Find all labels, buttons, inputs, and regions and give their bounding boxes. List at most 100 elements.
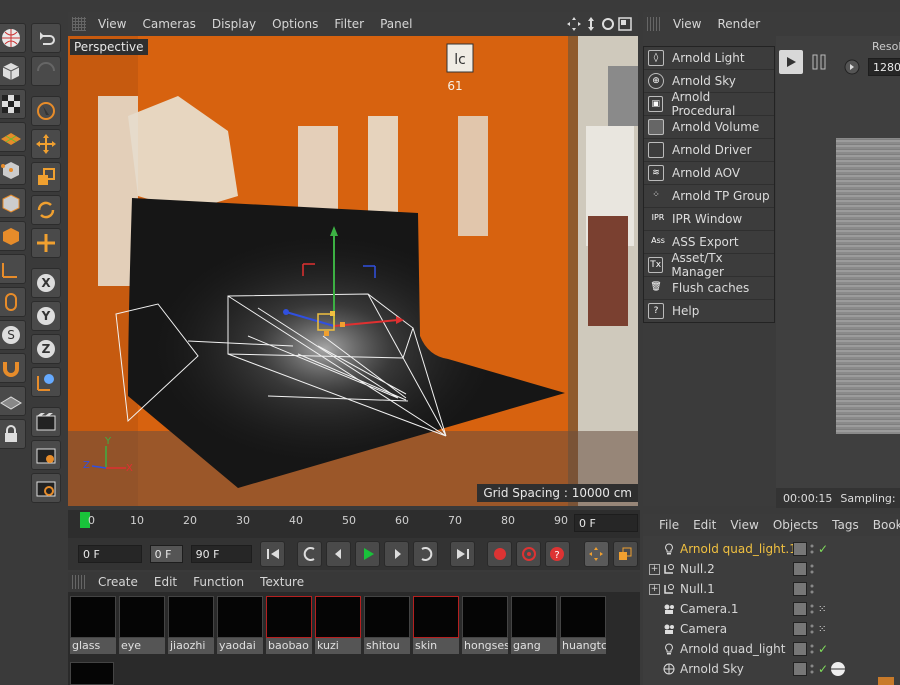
timeline-ruler[interactable]: 0 10 20 30 40 50 60 70 80 90 0 F: [68, 510, 640, 538]
goto-start-button[interactable]: [260, 541, 286, 567]
menu-item-arnold-tp-group[interactable]: ⁘ Arnold TP Group: [644, 185, 774, 208]
visibility-dots-icon[interactable]: [810, 643, 814, 655]
material-swatch-baobao[interactable]: baobao: [266, 596, 312, 656]
mat-menu-create[interactable]: Create: [98, 575, 138, 589]
menu-options[interactable]: Options: [272, 17, 318, 31]
render-menu-view[interactable]: View: [673, 17, 701, 31]
menu-display[interactable]: Display: [212, 17, 256, 31]
render-menu-render[interactable]: Render: [717, 17, 760, 31]
x-axis-lock-icon[interactable]: X: [31, 268, 61, 298]
ipr-play-button[interactable]: [779, 50, 803, 74]
material-swatch-gang[interactable]: gang: [511, 596, 557, 656]
mat-menu-texture[interactable]: Texture: [260, 575, 304, 589]
om-menu-objects[interactable]: Objects: [773, 518, 818, 532]
cube-mode-icon[interactable]: [0, 56, 26, 86]
keyframe-scale-button[interactable]: [612, 541, 638, 567]
menu-item-flush-caches[interactable]: 🗑 Flush caches: [644, 277, 774, 300]
undo-icon[interactable]: [31, 23, 61, 53]
render-settings-icon[interactable]: [31, 473, 61, 503]
edges-mode-icon[interactable]: [0, 188, 26, 218]
z-axis-lock-icon[interactable]: Z: [31, 334, 61, 364]
keyframe-help-button[interactable]: ?: [545, 541, 570, 567]
y-axis-lock-icon[interactable]: Y: [31, 301, 61, 331]
material-swatch-huangtc[interactable]: huangtc: [560, 596, 606, 656]
keyframe-move-button[interactable]: [583, 541, 609, 567]
om-menu-view[interactable]: View: [730, 518, 758, 532]
snap-s-icon[interactable]: S: [0, 320, 26, 350]
prev-key-button[interactable]: [297, 541, 323, 567]
om-menu-tags[interactable]: Tags: [832, 518, 859, 532]
ipr-pause-button[interactable]: [810, 52, 828, 72]
object-row[interactable]: + Null.2: [643, 559, 900, 579]
menu-item-arnold-volume[interactable]: Arnold Volume: [644, 116, 774, 139]
object-row[interactable]: Arnold Sky ✓: [643, 659, 900, 679]
layer-checkbox[interactable]: [793, 662, 807, 676]
object-row[interactable]: + Null.1: [643, 579, 900, 599]
material-swatch-eye[interactable]: eye: [119, 596, 165, 656]
camera-tag-icon[interactable]: ⁙: [818, 624, 826, 635]
tag-icon[interactable]: [878, 677, 894, 685]
material-swatch-kuzi[interactable]: kuzi: [315, 596, 361, 656]
material-preview[interactable]: [70, 662, 114, 685]
om-menu-file[interactable]: File: [659, 518, 679, 532]
menu-item-help[interactable]: ? Help: [644, 300, 774, 322]
current-frame-field[interactable]: 0 F: [574, 514, 638, 532]
scale-tool-icon[interactable]: [31, 162, 61, 192]
polygons-mode-icon[interactable]: [0, 221, 26, 251]
resolution-field[interactable]: 1280: [868, 58, 900, 76]
world-coords-icon[interactable]: [31, 367, 61, 397]
material-swatch-skin[interactable]: skin: [413, 596, 459, 656]
layer-checkbox[interactable]: [793, 562, 807, 576]
render-active-icon[interactable]: [31, 440, 61, 470]
menu-item-arnold-light[interactable]: ◊ Arnold Light: [644, 47, 774, 70]
mat-menu-function[interactable]: Function: [193, 575, 244, 589]
zoom-view-icon[interactable]: [584, 17, 598, 31]
viewport-camera-label[interactable]: Perspective: [70, 39, 148, 55]
visibility-dots-icon[interactable]: [810, 603, 814, 615]
menu-item-asset-tx-manager[interactable]: Tx Asset/Tx Manager: [644, 251, 774, 279]
magnet-icon[interactable]: [0, 353, 26, 383]
menu-view[interactable]: View: [98, 17, 126, 31]
visibility-dots-icon[interactable]: [810, 543, 814, 555]
lock-icon[interactable]: [0, 419, 26, 449]
rotate-tool-icon[interactable]: [31, 195, 61, 225]
panel-grip-icon[interactable]: [72, 17, 86, 31]
menu-item-arnold-aov[interactable]: ≋ Arnold AOV: [644, 162, 774, 185]
enabled-check-icon[interactable]: ✓: [818, 642, 828, 656]
next-key-button[interactable]: [413, 541, 439, 567]
prev-frame-button[interactable]: [326, 541, 352, 567]
autokey-button[interactable]: [516, 541, 541, 567]
workplane-grid-icon[interactable]: [0, 386, 26, 416]
grid-plane-icon[interactable]: [0, 122, 26, 152]
rotate-view-icon[interactable]: [601, 17, 615, 31]
menu-filter[interactable]: Filter: [334, 17, 364, 31]
min-frame-field[interactable]: 0 F: [149, 545, 183, 563]
om-menu-bookmarks[interactable]: Bookm: [873, 518, 900, 532]
visibility-dots-icon[interactable]: [810, 663, 814, 675]
camera-tag-icon[interactable]: ⁙: [818, 604, 826, 615]
material-swatch-jiaozhi[interactable]: jiaozhi: [168, 596, 214, 656]
layer-checkbox[interactable]: [793, 582, 807, 596]
viewport-nav-icons[interactable]: [567, 17, 632, 31]
visibility-dots-icon[interactable]: [810, 623, 814, 635]
move-tool-icon[interactable]: [31, 129, 61, 159]
select-live-icon[interactable]: [31, 96, 61, 126]
object-row[interactable]: Camera.1 ⁙: [643, 599, 900, 619]
render-view-icon[interactable]: [31, 407, 61, 437]
maximize-view-icon[interactable]: [618, 17, 632, 31]
visibility-dots-icon[interactable]: [810, 583, 814, 595]
perspective-viewport[interactable]: lc 61 Y X Z: [68, 36, 638, 506]
enabled-check-icon[interactable]: ✓: [818, 542, 828, 556]
visibility-dots-icon[interactable]: [810, 563, 814, 575]
expand-icon[interactable]: +: [649, 563, 660, 575]
menu-item-ipr-window[interactable]: IPR IPR Window: [644, 208, 774, 231]
expand-icon[interactable]: +: [649, 583, 660, 595]
points-mode-icon[interactable]: [0, 155, 26, 185]
checker-texture-icon[interactable]: [0, 89, 26, 119]
layer-checkbox[interactable]: [793, 642, 807, 656]
object-row[interactable]: Camera ⁙: [643, 619, 900, 639]
panel-grip-icon[interactable]: [72, 575, 86, 589]
record-button[interactable]: [487, 541, 513, 567]
end-frame-field[interactable]: 90 F: [190, 545, 253, 563]
panel-grip-icon[interactable]: [647, 17, 661, 31]
